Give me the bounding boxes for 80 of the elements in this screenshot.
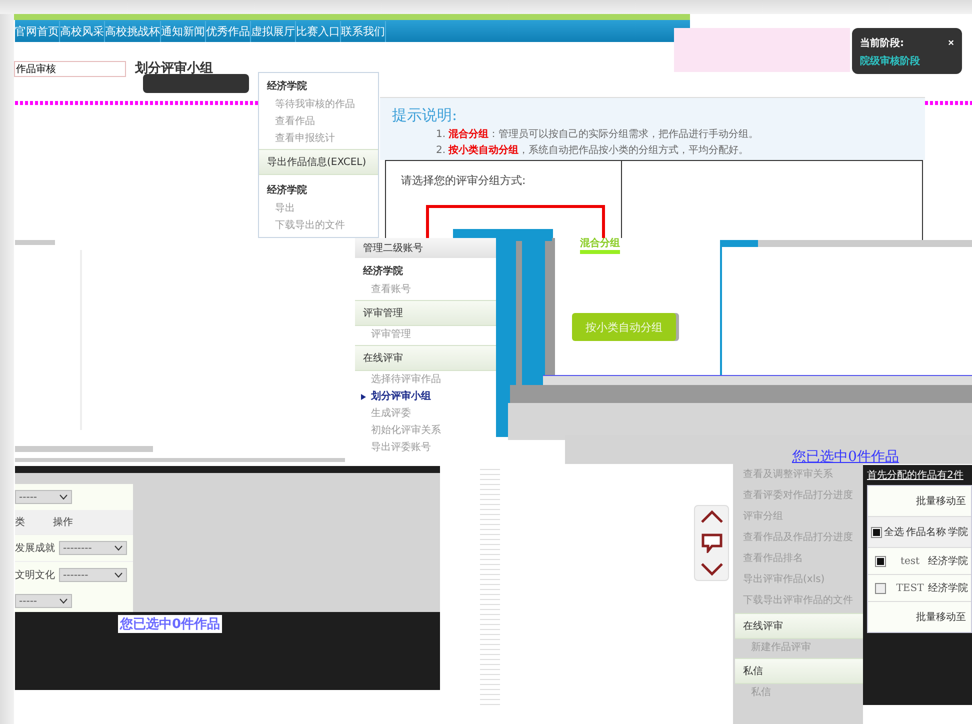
notice-text: 2. 按小类自动分组，系统自动把作品按小类的分组方式，平均分配好。 (436, 144, 750, 157)
selection-count: 您已选中0件作品 (792, 448, 899, 466)
dropdown[interactable]: ------- (59, 568, 127, 582)
nav-link[interactable]: 高校风采 (60, 21, 105, 42)
table-cell-text: TEST (895, 582, 925, 594)
bullet-icon (361, 394, 366, 400)
selection-count: 您已选中0件作品 (118, 615, 222, 633)
caret-icon (59, 598, 68, 604)
notice-text: 1. 混合分组：管理员可以按自己的实际分组需求，把作品进行手动分组。 (436, 128, 760, 141)
checkbox[interactable] (871, 526, 882, 538)
option-link[interactable]: 混合分组 (580, 236, 620, 254)
comment-icon[interactable] (700, 532, 722, 553)
menu-section-header[interactable]: 在线评审 (735, 613, 863, 639)
menu-item[interactable]: 导出评审作品(xls) (735, 569, 863, 590)
menu-item[interactable]: 查看作品及作品打分进度 (735, 527, 863, 548)
menu-section-title: 经济学院 (362, 264, 404, 279)
table-cell-text: test (899, 556, 921, 566)
menu-item[interactable]: 下载导出的文件 (259, 217, 378, 234)
menu-section-title: 经济学院 (266, 79, 308, 94)
column-header: 类 (15, 516, 26, 529)
batch-move-label: 批量移动至 (868, 601, 971, 632)
menu-item[interactable]: 下载导出评审作品的文件 (735, 590, 863, 611)
nav-link[interactable]: 官网首页 (15, 21, 60, 42)
column-header[interactable]: 全选 (884, 525, 904, 539)
dropdown[interactable]: -------- (59, 541, 127, 555)
menu-item[interactable]: 查看评委对作品打分进度 (735, 485, 863, 506)
table-cell-text: 文明文化 (15, 568, 56, 582)
menu-item[interactable]: 查看账号 (355, 281, 496, 298)
table-cell-text: 经济学院 (928, 582, 968, 595)
menu-item[interactable]: 查看及调整评审关系 (735, 464, 863, 485)
dropdown[interactable]: ----- (15, 490, 72, 504)
nav-link[interactable]: 高校挑战杯 (105, 21, 161, 42)
menu-section-header[interactable]: 私信 (735, 658, 863, 684)
menu-item[interactable]: 初始化评审关系 (355, 422, 496, 439)
search-field[interactable]: 作品审核 (14, 61, 126, 77)
menu-item[interactable]: 查看申报统计 (259, 130, 378, 147)
menu-item[interactable]: 划分评审小组 (355, 388, 496, 405)
menu-item[interactable]: 选择待评审作品 (355, 371, 496, 388)
page-title: 划分评审小组 (135, 60, 213, 77)
menu-item[interactable]: 生成评委 (355, 405, 496, 422)
nav-link[interactable]: 优秀作品 (206, 21, 251, 42)
checkbox[interactable] (874, 556, 886, 566)
column-header: 作品名称 (906, 526, 946, 539)
menu-item[interactable]: 评审分组 (735, 506, 863, 527)
column-header: 学院 (948, 526, 968, 539)
table-cell-text: 经济学院 (928, 554, 968, 568)
stage-value: 院级审核阶段 (860, 54, 921, 68)
nav-link[interactable]: 虚拟展厅 (251, 21, 296, 42)
menu-section-header[interactable]: 评审管理 (355, 300, 496, 326)
overlay-bar (925, 101, 972, 105)
panel-heading: 首先分配的作品有2件 (866, 468, 964, 483)
menu-section-header[interactable]: 在线评审 (355, 345, 496, 371)
menu-item[interactable]: 查看作品 (259, 113, 378, 130)
dropdown[interactable]: ----- (15, 594, 72, 608)
checkbox[interactable] (874, 582, 886, 594)
batch-move-label: 批量移动至 (915, 494, 967, 509)
overlay-bar (15, 240, 55, 245)
caret-icon (114, 572, 123, 578)
caret-icon (59, 494, 68, 500)
option-button[interactable]: 按小类自动分组 (572, 313, 676, 341)
stage-label: 当前阶段: (860, 36, 904, 50)
menu-header: 管理二级账号 (355, 238, 496, 258)
nav-link[interactable]: 联系我们 (341, 21, 386, 42)
menu-section-title: 经济学院 (266, 183, 308, 198)
menu-item[interactable]: 查看作品排名 (735, 548, 863, 569)
notice-title: 提示说明: (392, 106, 458, 125)
close-button[interactable]: × (948, 36, 954, 50)
menu-item[interactable]: 等待我审核的作品 (259, 96, 378, 113)
menu-item[interactable]: 评审管理 (355, 326, 496, 343)
menu-section-header[interactable]: 导出作品信息(EXCEL) (259, 149, 378, 175)
menu-item[interactable]: 导出评委账号 (355, 439, 496, 456)
prompt-text: 请选择您的评审分组方式: (401, 173, 526, 188)
menu-item[interactable]: 导出 (259, 200, 378, 217)
nav-link[interactable]: 比赛入口 (296, 21, 341, 42)
column-header: 操作 (53, 516, 73, 529)
table-cell-text: 发展成就 (15, 542, 56, 555)
menu-item[interactable]: 私信 (735, 684, 863, 701)
menu-item[interactable]: 新建作品评审 (735, 639, 863, 656)
nav-link[interactable]: 通知新闻 (161, 21, 206, 42)
caret-icon (114, 545, 123, 551)
